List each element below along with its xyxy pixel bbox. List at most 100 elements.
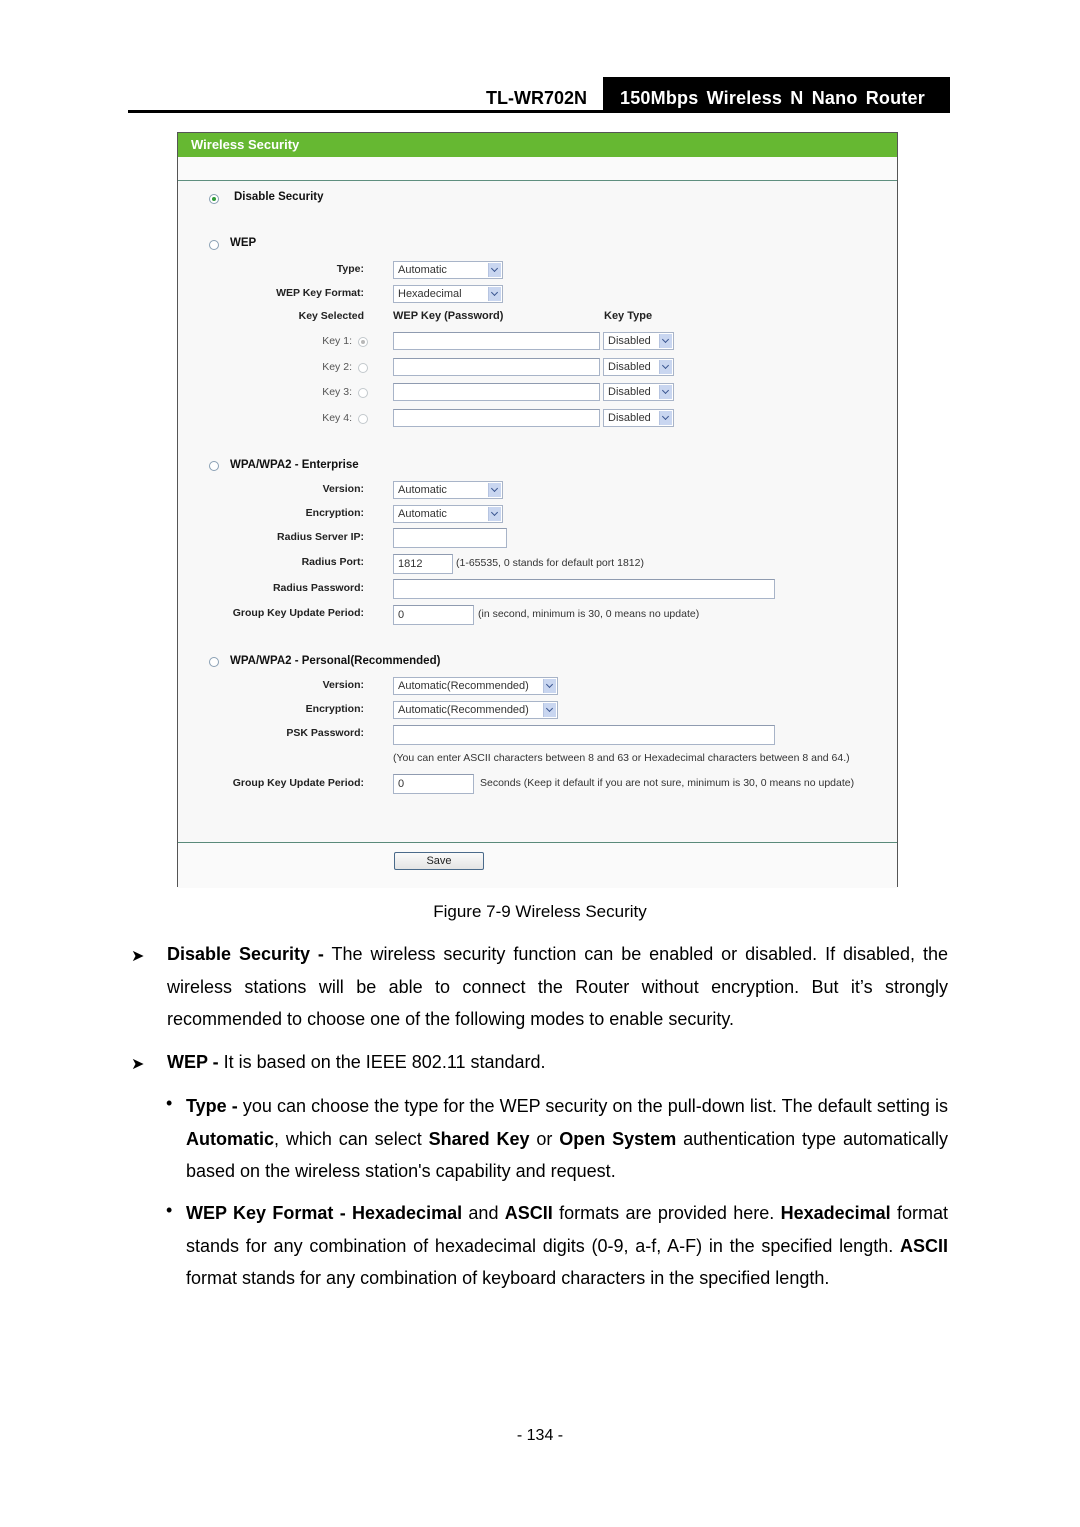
term: Open System [559, 1128, 677, 1149]
key-type-header: Key Type [604, 310, 653, 322]
term: ASCII [899, 1235, 948, 1256]
paragraph-disable-security: Disable Security - The wireless security… [167, 938, 948, 1036]
key-type-value: Disabled [608, 386, 651, 398]
text: It is based on the IEEE 802.11 standard. [218, 1052, 546, 1072]
dot-bullet-icon: • [166, 1200, 173, 1220]
personal-encryption-value: Automatic(Recommended) [398, 704, 529, 716]
chevron-down-icon [488, 483, 501, 497]
term: ASCII [504, 1203, 553, 1223]
personal-encryption-select[interactable]: Automatic(Recommended) [393, 701, 558, 719]
key-select-radio[interactable] [358, 363, 368, 373]
key-label: Key 2: [322, 361, 352, 373]
key-type-select[interactable]: Disabled [603, 332, 674, 350]
psk-password-hint: (You can enter ASCII characters between … [393, 752, 850, 764]
radius-port-input[interactable]: 1812 [393, 554, 453, 574]
wep-type-select[interactable]: Automatic [393, 261, 503, 279]
term: Type - [186, 1096, 238, 1116]
panel-spacer [178, 157, 897, 181]
key-select-radio[interactable] [358, 414, 368, 424]
chevron-down-icon [659, 360, 672, 374]
wep-key-header: WEP Key (Password) [393, 310, 504, 322]
enterprise-group-key-input[interactable]: 0 [393, 605, 474, 625]
enterprise-encryption-select[interactable]: Automatic [393, 505, 503, 523]
disable-security-label: Disable Security [234, 191, 324, 203]
disable-security-radio[interactable] [209, 194, 219, 204]
personal-version-select[interactable]: Automatic(Recommended) [393, 677, 558, 695]
radius-password-input[interactable] [393, 579, 775, 599]
key-label: Key 4: [322, 412, 352, 424]
radius-ip-label: Radius Server IP: [277, 531, 364, 543]
panel-footer [178, 842, 897, 888]
figure-caption: Figure 7-9 Wireless Security [433, 902, 647, 921]
wep-format-select[interactable]: Hexadecimal [393, 285, 503, 303]
term: WEP Key Format - Hexadecimal [186, 1203, 463, 1223]
save-button[interactable]: Save [394, 852, 484, 870]
wep-type-label: Type: [336, 263, 364, 275]
personal-radio[interactable] [209, 657, 219, 667]
key-type-value: Disabled [608, 361, 651, 373]
personal-group-key-hint: Seconds (Keep it default if you are not … [480, 777, 855, 789]
enterprise-encryption-label: Encryption: [305, 507, 364, 519]
key-select-radio[interactable] [358, 337, 368, 347]
term: Shared Key [428, 1128, 530, 1149]
wep-type-value: Automatic [398, 264, 447, 276]
text: format stands for any combination of key… [186, 1268, 830, 1288]
personal-version-label: Version: [322, 679, 364, 691]
key-type-select[interactable]: Disabled [603, 383, 674, 401]
chevron-down-icon [488, 263, 501, 277]
term: Hexadecimal [780, 1203, 891, 1223]
term: WEP - [167, 1052, 219, 1072]
wireless-security-panel: Wireless Security Disable Security WEP T… [177, 132, 898, 888]
personal-version-value: Automatic(Recommended) [398, 680, 529, 692]
arrow-bullet-icon: ➤ [131, 1056, 145, 1073]
enterprise-group-key-hint: (in second, minimum is 30, 0 means no up… [478, 608, 700, 620]
wep-format-value: Hexadecimal [398, 288, 462, 300]
text: formats are provided here. [552, 1203, 781, 1223]
chevron-down-icon [543, 703, 556, 717]
personal-group-key-input[interactable]: 0 [393, 774, 474, 794]
arrow-bullet-icon: ➤ [131, 948, 145, 965]
chevron-down-icon [543, 679, 556, 693]
page-number: - 134 - [516, 1427, 564, 1444]
wep-key-input[interactable] [393, 332, 600, 350]
term: Disable Security - [167, 944, 324, 964]
enterprise-version-label: Version: [322, 483, 364, 495]
radius-port-label: Radius Port: [301, 556, 364, 568]
chevron-down-icon [659, 385, 672, 399]
wep-key-input[interactable] [393, 358, 600, 376]
header-rule [128, 110, 950, 113]
wep-format-label: WEP Key Format: [276, 287, 364, 299]
key-type-select[interactable]: Disabled [603, 358, 674, 376]
key-type-select[interactable]: Disabled [603, 409, 674, 427]
wep-label: WEP [230, 237, 257, 249]
enterprise-encryption-value: Automatic [398, 508, 447, 520]
key-label: Key 1: [322, 335, 352, 347]
wep-key-input[interactable] [393, 409, 600, 427]
key-select-radio[interactable] [358, 388, 368, 398]
wep-radio[interactable] [209, 240, 219, 250]
personal-encryption-label: Encryption: [305, 703, 364, 715]
dot-bullet-icon: • [166, 1093, 173, 1113]
enterprise-version-select[interactable]: Automatic [393, 481, 503, 499]
key-selected-header: Key Selected [298, 310, 364, 322]
psk-password-label: PSK Password: [286, 727, 364, 739]
enterprise-label: WPA/WPA2 - Enterprise [230, 459, 359, 471]
chevron-down-icon [488, 507, 501, 521]
enterprise-version-value: Automatic [398, 484, 447, 496]
key-type-value: Disabled [608, 335, 651, 347]
psk-password-input[interactable] [393, 725, 775, 745]
text: or [529, 1128, 560, 1149]
enterprise-group-key-label: Group Key Update Period: [232, 607, 364, 619]
radius-password-label: Radius Password: [272, 582, 364, 594]
text: and [462, 1203, 505, 1223]
radius-ip-input[interactable] [393, 528, 507, 548]
personal-group-key-label: Group Key Update Period: [232, 777, 364, 789]
chevron-down-icon [659, 334, 672, 348]
radius-port-hint: (1-65535, 0 stands for default port 1812… [456, 557, 644, 569]
wep-key-input[interactable] [393, 383, 600, 401]
header-product: 150Mbps Wireless N Nano Router [620, 88, 925, 108]
enterprise-radio[interactable] [209, 461, 219, 471]
header-model: TL-WR702N [486, 88, 588, 108]
chevron-down-icon [488, 287, 501, 301]
chevron-down-icon [659, 411, 672, 425]
